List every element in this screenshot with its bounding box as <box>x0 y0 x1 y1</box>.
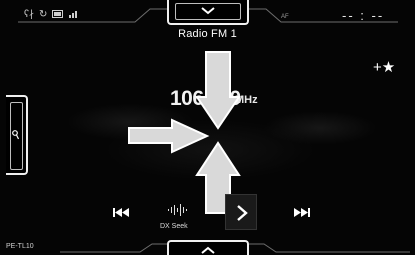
bottom-divider-line <box>60 243 410 253</box>
device-label: PE-TL10 <box>6 243 34 250</box>
radio-screen: ʕ∤ ↻ Radio FM 1 AF -- : -- +★ 1060 MHz <box>0 0 415 255</box>
chevron-up-icon <box>201 246 215 254</box>
bottom-menu-tab[interactable] <box>167 240 249 255</box>
